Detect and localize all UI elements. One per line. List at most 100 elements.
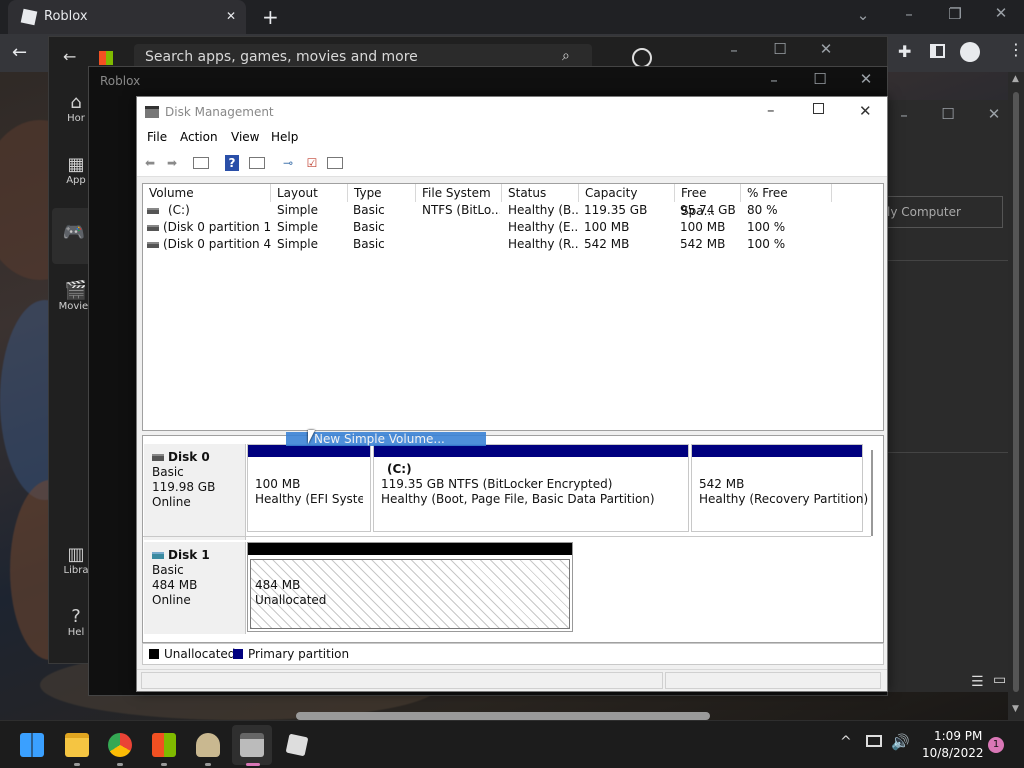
tab-search-icon[interactable]: ⌄ xyxy=(848,6,878,24)
menu-icon[interactable]: ⋮ xyxy=(1008,40,1024,59)
profile-icon[interactable] xyxy=(960,42,980,62)
network-icon[interactable] xyxy=(866,735,882,747)
horizontal-scroll-thumb[interactable] xyxy=(296,712,710,720)
checklist-icon[interactable]: ☑ xyxy=(303,155,321,171)
drive-icon xyxy=(147,236,163,253)
chrome-icon[interactable] xyxy=(108,733,132,757)
clock-date[interactable]: 10/8/2022 xyxy=(922,746,984,760)
clock-time[interactable]: 1:09 PM xyxy=(934,729,982,743)
legend-unallocated-label: Unallocated xyxy=(164,647,236,661)
show-hidden-icons[interactable]: ^ xyxy=(840,734,852,750)
status-bar xyxy=(137,669,887,691)
partition-unallocated[interactable]: 484 MB Unallocated xyxy=(247,542,573,632)
volume-icon[interactable]: 🔊 xyxy=(891,733,910,751)
dm-close-icon[interactable]: ✕ xyxy=(859,102,872,120)
tile-view-icon[interactable]: ▭ xyxy=(993,672,1006,688)
partition-efi[interactable]: 100 MB Healthy (EFI System I xyxy=(247,444,371,532)
dm-toolbar: ⬅ ➡ ? ⊸ ☑ xyxy=(137,149,887,177)
table-row[interactable]: (C:) Simple Basic NTFS (BitLo... Healthy… xyxy=(143,202,883,219)
bg-maximize-icon[interactable]: ☐ xyxy=(933,105,963,123)
table-row[interactable]: (Disk 0 partition 1) Simple Basic Health… xyxy=(143,219,883,236)
col-volume[interactable]: Volume xyxy=(143,184,271,202)
store-maximize-icon[interactable]: ☐ xyxy=(765,40,795,58)
partition-recovery[interactable]: 542 MB Healthy (Recovery Partition) xyxy=(691,444,868,532)
partition-size: 100 MB xyxy=(255,477,301,491)
scroll-thumb[interactable] xyxy=(1013,92,1019,692)
disk-kind: Basic xyxy=(152,465,184,479)
menu-view[interactable]: View xyxy=(231,130,259,144)
roblox-taskbar-icon[interactable] xyxy=(285,733,309,757)
partition-bar xyxy=(248,543,572,555)
disk-0-label[interactable]: Disk 0 Basic 119.98 GB Online xyxy=(144,444,246,540)
side-panel-icon[interactable] xyxy=(930,44,945,58)
show-hide-icon[interactable] xyxy=(249,157,265,169)
dm-title-bar[interactable]: Disk Management – ✕ xyxy=(137,97,887,127)
help-book-icon[interactable]: ? xyxy=(225,155,239,171)
roblox-close-icon[interactable]: ✕ xyxy=(851,70,881,88)
scroll-down-icon[interactable]: ▼ xyxy=(1012,704,1019,714)
cell-capacity: 542 MB xyxy=(584,237,630,251)
browser-tab-bar: Roblox ✕ + ⌄ – ❐ ✕ xyxy=(0,0,1024,34)
col-file-system[interactable]: File System xyxy=(416,184,502,202)
roblox-favicon-icon xyxy=(20,8,38,26)
store-minimize-icon[interactable]: – xyxy=(719,41,749,59)
partition-c[interactable]: (C:) 119.35 GB NTFS (BitLocker Encrypted… xyxy=(373,444,689,532)
list-view-icon[interactable]: ☰ xyxy=(971,674,984,690)
cell-capacity: 119.35 GB xyxy=(584,203,648,217)
disk-1-label[interactable]: Disk 1 Basic 484 MB Online xyxy=(144,542,246,634)
forward-arrow-icon[interactable]: ➡ xyxy=(163,155,181,171)
store-close-icon[interactable]: ✕ xyxy=(811,40,841,58)
scroll-up-icon[interactable]: ▲ xyxy=(1012,74,1019,84)
col-capacity[interactable]: Capacity xyxy=(579,184,675,202)
close-icon[interactable]: ✕ xyxy=(986,4,1016,22)
dm-maximize-icon[interactable] xyxy=(813,103,824,114)
back-icon[interactable]: ← xyxy=(12,42,27,63)
background-window: – ☐ ✕ ly Computer ☰ ▭ xyxy=(884,100,1009,692)
disk-name: Disk 1 xyxy=(168,548,210,562)
col-type[interactable]: Type xyxy=(348,184,416,202)
menu-help[interactable]: Help xyxy=(271,130,298,144)
menu-file[interactable]: File xyxy=(147,130,167,144)
divider xyxy=(885,260,1009,261)
status-pane xyxy=(665,672,881,689)
minimize-icon[interactable]: – xyxy=(894,5,924,23)
file-explorer-icon[interactable] xyxy=(65,733,89,757)
col-percent-free[interactable]: % Free xyxy=(741,184,832,202)
graph-scrollbar[interactable] xyxy=(871,450,873,536)
tab-close-icon[interactable]: ✕ xyxy=(226,9,236,23)
cell-fs: NTFS (BitLo... xyxy=(422,203,500,217)
notification-badge[interactable]: 1 xyxy=(988,737,1004,753)
disk-graphical-view: Disk 0 Basic 119.98 GB Online 100 MB Hea… xyxy=(142,435,884,643)
table-row[interactable]: (Disk 0 partition 4) Simple Basic Health… xyxy=(143,236,883,253)
bg-close-icon[interactable]: ✕ xyxy=(979,105,1009,123)
store-account-icon[interactable] xyxy=(632,48,652,68)
col-free-space[interactable]: Free Spa... xyxy=(675,184,741,218)
page-scrollbar[interactable]: ▲ ▼ xyxy=(1008,72,1024,720)
start-windows-icon[interactable] xyxy=(20,733,44,757)
disk-management-taskbar-icon[interactable] xyxy=(240,733,264,757)
bg-window-button[interactable]: ly Computer xyxy=(885,196,1003,228)
settings-window-icon[interactable] xyxy=(327,157,343,169)
bg-minimize-icon[interactable]: – xyxy=(889,106,919,124)
back-arrow-icon[interactable]: ⬅ xyxy=(141,155,159,171)
roblox-maximize-icon[interactable]: ☐ xyxy=(805,70,835,88)
extensions-icon[interactable]: ✚ xyxy=(898,42,911,61)
active-indicator xyxy=(246,763,260,766)
connect-icon[interactable]: ⊸ xyxy=(279,155,297,171)
col-layout[interactable]: Layout xyxy=(271,184,348,202)
properties-icon[interactable] xyxy=(193,157,209,169)
cell-pct: 100 % xyxy=(747,220,786,234)
microsoft-store-icon[interactable] xyxy=(152,733,176,757)
dm-minimize-icon[interactable]: – xyxy=(767,101,775,119)
disk-management-window: Disk Management – ✕ File Action View Hel… xyxy=(136,96,888,692)
col-status[interactable]: Status xyxy=(502,184,579,202)
search-icon[interactable]: ⌕ xyxy=(562,48,570,64)
browser-tab[interactable]: Roblox ✕ xyxy=(8,0,246,34)
cell-volume: (Disk 0 partition 1) xyxy=(163,220,271,234)
menu-action[interactable]: Action xyxy=(180,130,218,144)
app-icon[interactable] xyxy=(196,733,220,757)
store-back-icon[interactable]: ← xyxy=(63,47,76,66)
restore-icon[interactable]: ❐ xyxy=(940,5,970,23)
new-tab-button[interactable]: + xyxy=(262,5,279,29)
roblox-minimize-icon[interactable]: – xyxy=(759,71,789,89)
